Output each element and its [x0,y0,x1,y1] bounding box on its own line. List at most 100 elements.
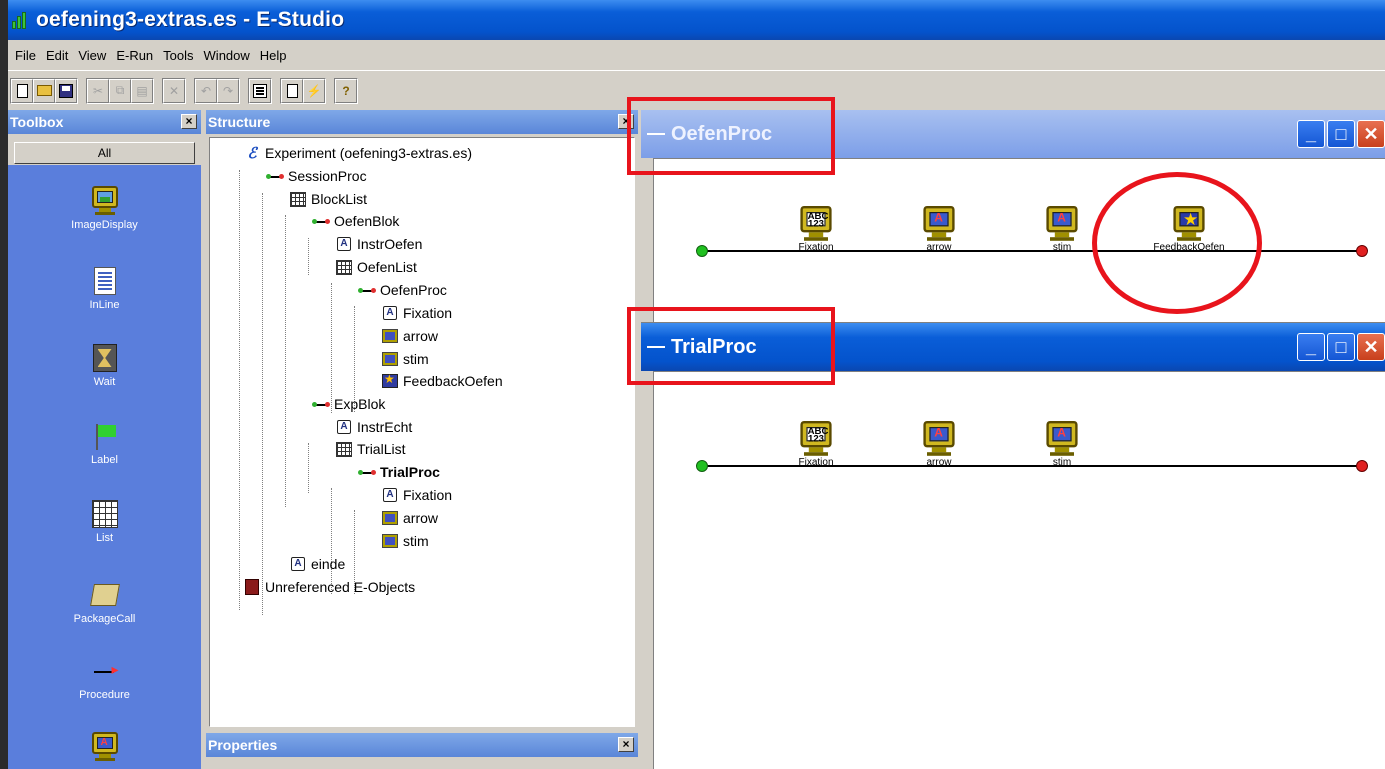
maximize-button[interactable]: □ [1327,120,1355,148]
tree-node-arrow-2[interactable]: arrow [381,507,438,529]
tree-node-label: InstrOefen [357,236,423,252]
tree-node-oefenlist[interactable]: OefenList [335,256,417,278]
structure-pane: Structure × ℰ Experiment (oefening3-extr… [206,110,638,730]
tree-node-stim[interactable]: stim [381,348,429,370]
timeline-object-label: Fixation [798,457,834,468]
minimize-button[interactable]: _ [1297,120,1325,148]
grid-list-icon [91,500,118,528]
tree-node-label: Fixation [403,305,453,321]
timeline-object-fixation[interactable]: ABC 123 Fixation [771,421,861,468]
experiment-icon: ℰ [247,145,257,162]
tool-wait[interactable]: Wait [8,342,201,402]
tree-node-stim-2[interactable]: stim [381,530,429,552]
tree-node-triallist[interactable]: TrialList [335,438,406,460]
tool-procedure[interactable]: Procedure [8,655,201,715]
help-button[interactable]: ? [335,78,357,103]
maximize-button[interactable]: □ [1327,333,1355,361]
save-button[interactable] [55,78,77,103]
trialproc-timeline-canvas: ABC123 Fixation arrow stim [653,371,1385,769]
run-button[interactable]: ⚡ [303,78,325,103]
tree-node-einde[interactable]: A einde [289,553,345,575]
timeline-object-stim[interactable]: stim [1017,421,1107,468]
slide-icon [922,421,956,457]
list-icon [290,191,306,207]
tree-node-instrecht[interactable]: A InstrEcht [335,416,412,438]
close-button[interactable]: ✕ [1357,120,1385,148]
timeline-object-fixation[interactable]: ABC 123 Fixation [771,206,861,253]
paste-icon: ▤ [136,83,148,98]
generate-script-icon [286,83,298,98]
timeline-object-arrow[interactable]: arrow [894,206,984,253]
tree-node-expblok[interactable]: ExpBlok [312,393,385,415]
tree-node-sessionproc[interactable]: SessionProc [266,165,367,187]
open-button[interactable] [33,78,55,103]
tree-node-arrow[interactable]: arrow [381,325,438,347]
menu-bar: File Edit View E-Run Tools Window Help [8,40,1385,70]
unreferenced-book-icon [245,579,259,595]
menu-file[interactable]: File [10,46,41,65]
tree-node-instroefen[interactable]: A InstrOefen [335,233,422,255]
menu-e-run[interactable]: E-Run [111,46,158,65]
redo-button[interactable]: ↷ [217,78,239,103]
tool-inline[interactable]: InLine [8,265,201,325]
copy-button[interactable]: ⧉ [109,78,131,103]
cut-button[interactable]: ✂ [87,78,109,103]
highlight-box-trialproc [627,307,835,385]
text-display-icon: A [337,237,351,251]
tool-list[interactable]: List [8,498,201,558]
minimize-icon: _ [1305,336,1316,357]
timeline-object-arrow[interactable]: arrow [894,421,984,468]
tool-label: ImageDisplay [71,219,138,231]
tree-node-experiment[interactable]: ℰ Experiment (oefening3-extras.es) [243,142,472,164]
tool-imagedisplay[interactable]: ImageDisplay [8,185,201,245]
feedback-star-icon [382,372,398,388]
menu-help[interactable]: Help [255,46,292,65]
undo-icon: ↶ [200,83,212,98]
highlight-circle-feedbackoefen [1092,172,1262,314]
tree-node-label: Unreferenced E-Objects [265,579,416,595]
tool-label[interactable]: Label [8,420,201,480]
toolbox-close-button[interactable]: × [181,114,197,129]
tool-packagecall[interactable]: PackageCall [8,579,201,639]
text-display-icon: A [291,557,305,571]
slide-icon [1045,421,1079,457]
maximize-icon: □ [1335,336,1347,357]
menu-window[interactable]: Window [199,46,255,65]
menu-tools[interactable]: Tools [158,46,198,65]
properties-button[interactable] [249,78,271,103]
tree-node-oefenproc[interactable]: OefenProc [358,279,447,301]
tree-node-unreferenced[interactable]: Unreferenced E-Objects [243,576,415,598]
tool-slide[interactable] [8,731,201,769]
properties-close-button[interactable]: × [618,737,634,752]
open-folder-icon [36,85,52,96]
tree-node-label: arrow [403,510,439,526]
app-titlebar: oefening3-extras.es - E-Studio [8,0,1385,40]
new-button[interactable] [11,78,33,103]
generate-button[interactable] [281,78,303,103]
minimize-button[interactable]: _ [1297,333,1325,361]
slide-icon [382,352,398,366]
file-button-group [10,77,78,104]
image-display-icon [91,186,119,216]
structure-title: Structure [208,114,271,130]
tree-node-feedbackoefen[interactable]: FeedbackOefen [381,370,503,392]
timeline-end-node [1356,460,1368,472]
tree-node-oefenblok[interactable]: OefenBlok [312,210,399,232]
paste-button[interactable]: ▤ [131,78,153,103]
toolbox-filter-all-button[interactable]: All [14,142,195,164]
timeline-object-label: stim [1052,242,1072,253]
tree-node-fixation-2[interactable]: A Fixation [381,484,452,506]
procedure-icon [358,467,376,477]
delete-button[interactable]: ✕ [163,78,185,103]
slide-icon [382,329,398,343]
tree-node-fixation[interactable]: A Fixation [381,302,452,324]
close-button[interactable]: ✕ [1357,333,1385,361]
menu-edit[interactable]: Edit [41,46,73,65]
tree-node-label: einde [311,556,346,572]
tree-node-blocklist[interactable]: BlockList [289,188,367,210]
tree-node-trialproc[interactable]: TrialProc [358,461,440,483]
menu-view[interactable]: View [73,46,111,65]
undo-button[interactable]: ↶ [195,78,217,103]
tree-node-label: OefenBlok [334,213,400,229]
tool-label: Wait [93,376,116,388]
